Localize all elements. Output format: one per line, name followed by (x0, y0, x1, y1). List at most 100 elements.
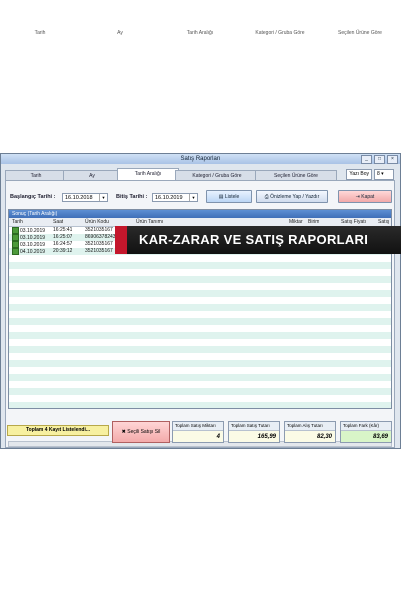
table-row[interactable] (9, 374, 391, 381)
end-date-label: Bitiş Tarihi : (116, 194, 148, 200)
font-size-control: Yazı Boy 8 ▾ (346, 169, 394, 180)
delete-icon: ✖ (121, 429, 126, 435)
bottom-bar: Toplam 4 Kayıt Listelendi... ✖ Seçili Sa… (4, 419, 397, 445)
total-profit: Toplam Fark (Kâr) 83,69 (340, 421, 392, 443)
cell-saat: 20:39:12 (53, 248, 72, 255)
grid-body: 03.10.201916:25:413521035167ALOPERA YENİ… (9, 227, 391, 408)
col-satis-fiyati[interactable]: Satış Fiyatı (341, 218, 366, 226)
start-date-input[interactable]: 16.10.2018 ▼ (62, 193, 108, 202)
background-tabs: Tarih Ay Tarih Aralığı Kategori / Gruba … (0, 0, 401, 40)
total-quantity: Toplam Satış Miktarı 4 (172, 421, 224, 443)
table-row[interactable] (9, 367, 391, 374)
cell-text: 20:39:12 (53, 248, 73, 254)
close-button-label: Kapat (361, 194, 375, 200)
table-row[interactable] (9, 402, 391, 408)
table-row[interactable] (9, 269, 391, 276)
table-row[interactable] (9, 381, 391, 388)
total-sales: Toplam Satış Tutarı 165,99 (228, 421, 280, 443)
table-row[interactable] (9, 332, 391, 339)
list-button[interactable]: ▤ Listele (206, 190, 252, 203)
chevron-down-icon[interactable]: ▼ (99, 194, 107, 201)
table-row[interactable] (9, 283, 391, 290)
start-date-value: 16.10.2018 (65, 195, 93, 201)
total-quantity-value: 4 (216, 434, 220, 440)
receipt-icon (12, 227, 19, 234)
cell-text: 3521035167 (85, 241, 113, 247)
preview-button-label: Önizleme Yap / Yazdır (270, 194, 320, 200)
cell-text: 16:25:41 (53, 227, 73, 233)
receipt-icon (12, 248, 19, 255)
end-date-input[interactable]: 16.10.2019 ▼ (152, 193, 198, 202)
table-row[interactable] (9, 311, 391, 318)
table-row[interactable] (9, 255, 391, 262)
list-icon: ▤ (218, 194, 224, 200)
table-row[interactable] (9, 395, 391, 402)
cell-text: 04.10.2019 (20, 248, 46, 255)
cell-text: 3521035167 (85, 227, 113, 233)
cell-kod: 3521035167 (85, 248, 113, 255)
font-size-label: Yazı Boy (346, 169, 372, 180)
receipt-icon (12, 241, 19, 248)
col-saat[interactable]: Saat (53, 218, 63, 226)
delete-button-label: Seçili Satışı Sil (127, 429, 161, 435)
table-row[interactable] (9, 339, 391, 346)
bg-tab-tarih-araligi: Tarih Aralığı (186, 30, 214, 36)
cell-saat: 16:24:57 (53, 241, 72, 248)
promo-banner: KAR-ZARAR VE SATIŞ RAPORLARI (115, 226, 401, 254)
col-miktar[interactable]: Miktar (289, 218, 303, 226)
end-date-value: 16.10.2019 (155, 195, 183, 201)
maximize-icon[interactable]: □ (374, 155, 385, 164)
bg-tab-ay: Ay (117, 30, 123, 36)
total-purchase: Toplam Alış Tutarı 82,30 (284, 421, 336, 443)
cell-saat: 16:25:07 (53, 234, 72, 241)
table-row[interactable] (9, 360, 391, 367)
bg-tab-urun: Seçilen Ürüne Göre (338, 30, 382, 36)
banner-text: KAR-ZARAR VE SATIŞ RAPORLARI (139, 232, 369, 247)
total-profit-label: Toplam Fark (Kâr) (341, 422, 391, 431)
chevron-down-icon[interactable]: ▼ (189, 194, 197, 201)
table-row[interactable] (9, 276, 391, 283)
table-row[interactable] (9, 325, 391, 332)
cell-text: 03.10.2019 (20, 227, 46, 234)
results-title: Sonuç (Tarih Aralığı) (9, 210, 391, 218)
col-birim[interactable]: Birim (308, 218, 319, 226)
title-bar: Satış Raporları _ □ × (1, 154, 400, 164)
list-button-label: Listele (224, 194, 240, 200)
table-row[interactable] (9, 262, 391, 269)
cell-text: 3521035167 (85, 248, 113, 254)
col-urun-tanimi[interactable]: Ürün Tanımı (136, 218, 163, 226)
delete-sale-button[interactable]: ✖ Seçili Satışı Sil (112, 421, 170, 443)
table-row[interactable] (9, 297, 391, 304)
cell-text: 03.10.2019 (20, 234, 46, 241)
font-size-select[interactable]: 8 ▾ (374, 169, 394, 180)
cell-text: 16:25:07 (53, 234, 73, 240)
receipt-icon (12, 234, 19, 241)
font-size-value: 8 (377, 171, 380, 177)
minimize-icon[interactable]: _ (361, 155, 372, 164)
table-row[interactable] (9, 290, 391, 297)
printer-icon: ⎙ (264, 194, 269, 200)
table-row[interactable] (9, 346, 391, 353)
sales-report-window: Satış Raporları _ □ × Tarih Ay Tarih Ara… (0, 153, 401, 449)
total-profit-value: 83,69 (372, 434, 388, 440)
cell-text: 16:24:57 (53, 241, 73, 247)
cell-kod: 3521035167 (85, 241, 113, 248)
total-sales-label: Toplam Satış Tutarı (229, 422, 279, 431)
window-title: Satış Raporları (180, 156, 221, 162)
table-row[interactable] (9, 304, 391, 311)
preview-print-button[interactable]: ⎙ Önizleme Yap / Yazdır (256, 190, 328, 203)
table-row[interactable] (9, 318, 391, 325)
total-quantity-label: Toplam Satış Miktarı (173, 422, 223, 431)
col-satis[interactable]: Satış (378, 218, 389, 226)
tab-panel: Başlangıç Tarihi : 16.10.2018 ▼ Bitiş Ta… (5, 180, 395, 448)
start-date-label: Başlangıç Tarihi : (10, 194, 56, 200)
total-sales-value: 165,99 (257, 434, 276, 440)
close-button[interactable]: ⇥ Kapat (338, 190, 392, 203)
close-icon[interactable]: × (387, 155, 398, 164)
cell-saat: 16:25:41 (53, 227, 72, 234)
table-row[interactable] (9, 388, 391, 395)
table-row[interactable] (9, 353, 391, 360)
exit-icon: ⇥ (355, 194, 360, 200)
col-tarih[interactable]: Tarih (12, 218, 23, 226)
col-urun-kodu[interactable]: Ürün Kodu (85, 218, 109, 226)
